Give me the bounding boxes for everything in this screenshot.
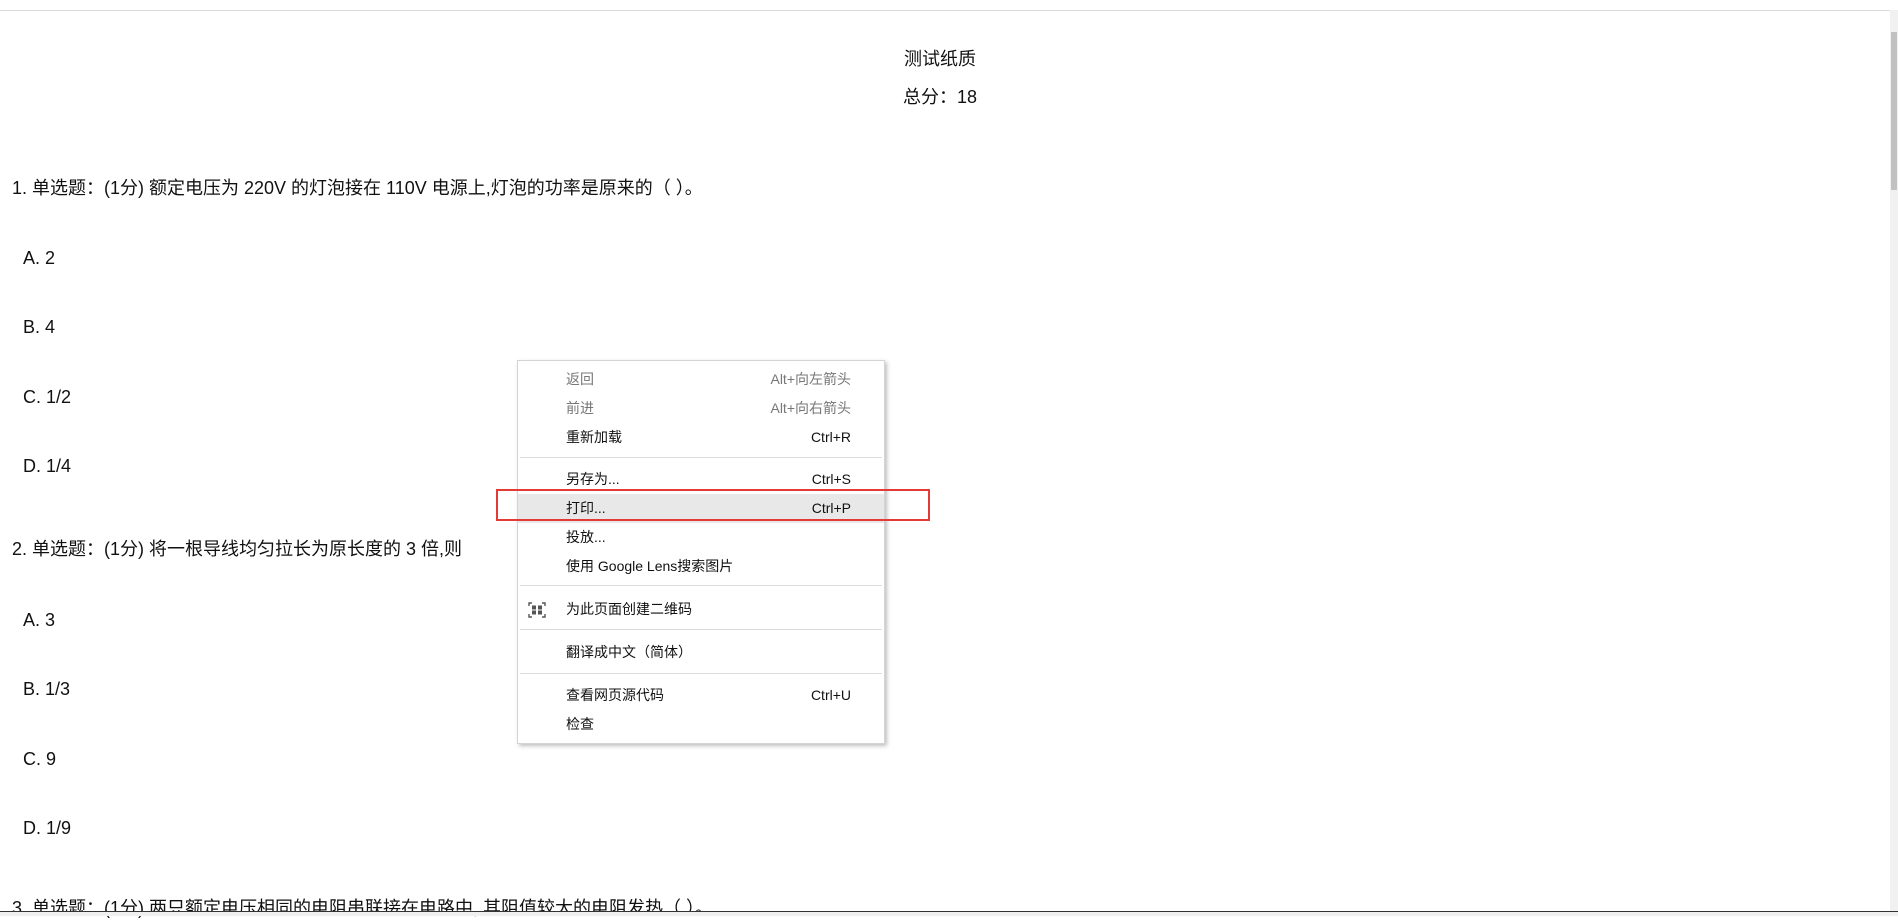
menu-shortcut: Ctrl+U xyxy=(810,687,851,703)
menu-label: 投放... xyxy=(566,529,606,545)
option-2a[interactable]: A. 3 xyxy=(23,610,55,631)
option-2c[interactable]: C. 9 xyxy=(23,749,56,770)
menu-item-google-lens[interactable]: 使用 Google Lens搜索图片 xyxy=(518,552,884,581)
menu-item-forward[interactable]: 前进 Alt+向右箭头 xyxy=(518,394,884,423)
page-title: 测试纸质 xyxy=(904,49,976,69)
option-1a[interactable]: A. 2 xyxy=(23,248,55,269)
menu-item-translate[interactable]: 翻译成中文（简体） xyxy=(518,638,884,667)
qr-code-icon xyxy=(528,602,546,618)
scrollbar-thumb[interactable] xyxy=(1891,32,1897,190)
exam-page: 测试纸质 总分：18 1. 单选题：(1分) 额定电压为 220V 的灯泡接在 … xyxy=(0,11,1890,918)
option-1d[interactable]: D. 1/4 xyxy=(23,456,71,477)
menu-separator xyxy=(520,629,882,630)
menu-item-reload[interactable]: 重新加载 Ctrl+R xyxy=(518,423,884,452)
menu-shortcut: Ctrl+R xyxy=(810,429,851,445)
menu-separator xyxy=(520,585,882,586)
bottom-edge xyxy=(0,911,1898,916)
menu-label: 使用 Google Lens搜索图片 xyxy=(566,558,734,574)
question-1: 1. 单选题：(1分) 额定电压为 220V 的灯泡接在 110V 电源上,灯泡… xyxy=(12,178,703,198)
total-score: 总分：18 xyxy=(902,87,978,107)
print-highlight-box xyxy=(496,489,930,521)
menu-shortcut: Alt+向右箭头 xyxy=(770,400,851,416)
option-1b[interactable]: B. 4 xyxy=(23,317,55,338)
browser-top-border xyxy=(0,0,1890,11)
menu-label: 翻译成中文（简体） xyxy=(566,644,692,660)
menu-item-cast[interactable]: 投放... xyxy=(518,523,884,552)
question-3: 3. 单选题：(1分) 两只额定电压相同的电阻串联接在电路中, 其阻值较大的电阻… xyxy=(12,898,714,918)
menu-item-inspect[interactable]: 检查 xyxy=(518,710,884,739)
menu-label: 查看网页源代码 xyxy=(566,687,664,703)
menu-label: 返回 xyxy=(566,371,594,387)
option-2b[interactable]: B. 1/3 xyxy=(23,679,70,700)
menu-shortcut: Alt+向左箭头 xyxy=(770,371,851,387)
question-2: 2. 单选题：(1分) 将一根导线均匀拉长为原长度的 3 倍,则 xyxy=(12,539,463,559)
option-1c[interactable]: C. 1/2 xyxy=(23,387,71,408)
menu-separator xyxy=(520,673,882,674)
option-2d[interactable]: D. 1/9 xyxy=(23,818,71,839)
menu-label: 前进 xyxy=(566,400,594,416)
context-menu: 返回 Alt+向左箭头 前进 Alt+向右箭头 重新加载 Ctrl+R 另存为... C… xyxy=(517,360,885,744)
menu-label: 检查 xyxy=(566,716,594,732)
menu-label: 为此页面创建二维码 xyxy=(566,601,692,617)
menu-separator xyxy=(520,457,882,458)
menu-label: 重新加载 xyxy=(566,429,622,445)
vertical-scrollbar[interactable] xyxy=(1890,10,1898,911)
menu-item-qr-code[interactable]: 为此页面创建二维码 xyxy=(518,595,884,624)
menu-item-view-source[interactable]: 查看网页源代码 Ctrl+U xyxy=(518,681,884,710)
menu-item-back[interactable]: 返回 Alt+向左箭头 xyxy=(518,365,884,394)
